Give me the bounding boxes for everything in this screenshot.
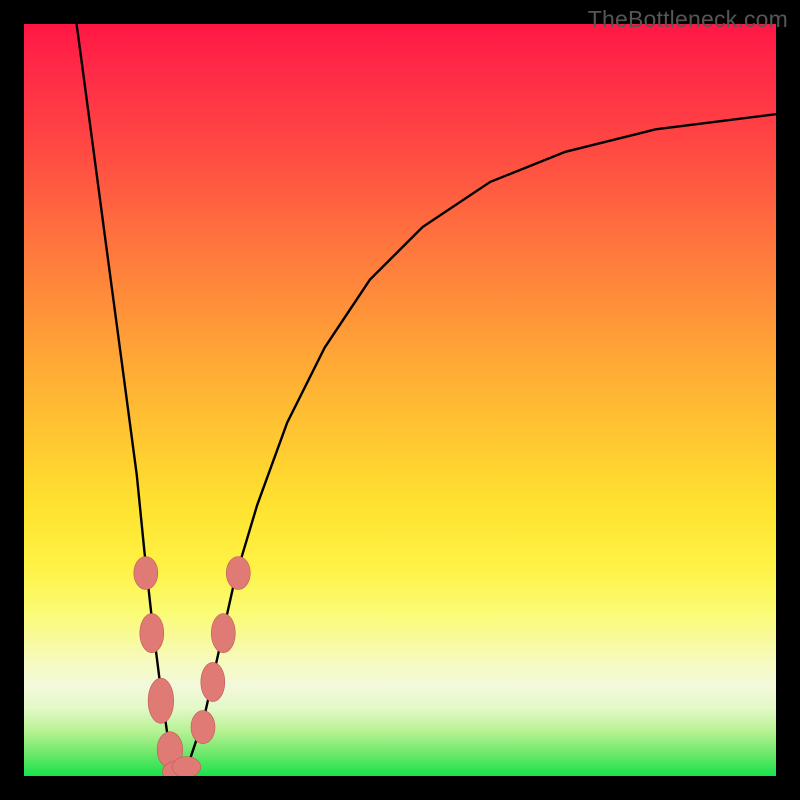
- bottleneck-curve-svg: [24, 24, 776, 776]
- plot-area: [24, 24, 776, 776]
- outer-frame: TheBottleneck.com: [0, 0, 800, 800]
- curve-bead-6: [191, 711, 215, 744]
- curve-bead-8: [211, 614, 235, 653]
- curve-bead-1: [140, 614, 164, 653]
- curve-bead-2: [148, 678, 174, 723]
- curve-bead-5: [172, 757, 201, 777]
- watermark-text: TheBottleneck.com: [588, 6, 788, 33]
- bottleneck-curve-line: [77, 24, 776, 772]
- curve-bead-0: [134, 557, 158, 590]
- curve-bead-9: [226, 557, 250, 590]
- curve-bead-7: [201, 662, 225, 701]
